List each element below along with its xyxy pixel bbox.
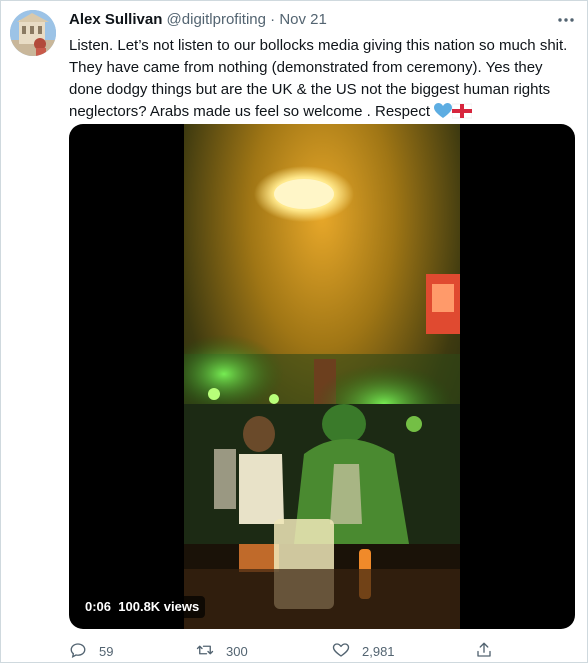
tweet-date[interactable]: Nov 21 <box>279 11 327 28</box>
retweet-icon <box>196 641 214 662</box>
separator-dot: · <box>270 11 276 28</box>
reply-count: 59 <box>99 643 114 659</box>
author-handle[interactable]: @digitlprofiting <box>167 11 266 28</box>
reply-button[interactable]: 59 <box>69 640 113 662</box>
video-frame[interactable] <box>184 124 460 629</box>
like-icon <box>332 641 350 662</box>
author-name[interactable]: Alex Sullivan <box>69 11 162 28</box>
reply-icon <box>69 641 87 662</box>
like-count: 2,981 <box>362 643 395 659</box>
action-bar: 59 300 2,981 <box>0 640 588 662</box>
retweet-count: 300 <box>226 643 248 659</box>
tweet-header: Alex Sullivan @digitlprofiting · Nov 21 <box>69 11 327 29</box>
tweet-text: Listen. Let’s not listen to our bollocks… <box>69 37 568 120</box>
video-stats: 0:06 100.8K views <box>79 596 206 618</box>
share-icon <box>475 641 493 662</box>
avatar[interactable] <box>10 10 56 56</box>
like-button[interactable]: 2,981 <box>332 640 395 662</box>
video-time: 0:06 <box>85 599 112 614</box>
retweet-button[interactable]: 300 <box>196 640 248 662</box>
tweet-text-block: Listen. Let’s not listen to our bollocks… <box>69 35 577 126</box>
share-button[interactable] <box>475 640 493 662</box>
video-views: 100.8K views <box>118 599 200 614</box>
blue-heart-emoji <box>434 103 453 126</box>
video-player[interactable]: 0:06 100.8K views <box>69 124 575 629</box>
more-icon[interactable] <box>555 12 577 28</box>
england-flag-emoji <box>451 103 473 126</box>
